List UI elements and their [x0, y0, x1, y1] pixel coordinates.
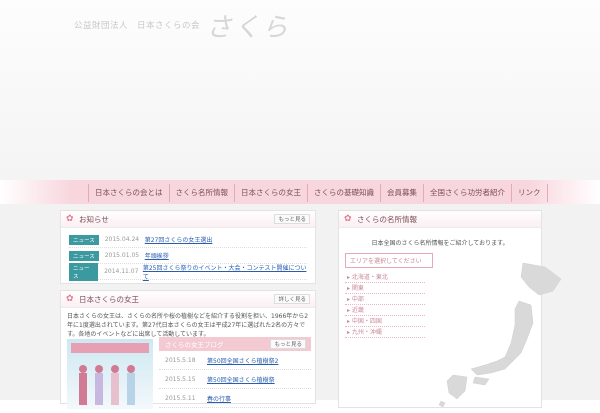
queen-panel: ✿ 日本さくらの女王 詳しく見る 日本さくらの女王は、さくらの名所や桜の植樹など…: [60, 290, 316, 409]
region-list: ▸ 北海道・東北 ▸ 関東 ▸ 中部 ▸ 近畿 ▸ 中国・四国 ▸ 九州・沖縄: [345, 272, 425, 338]
logo-title: さくら: [206, 12, 291, 43]
site-logo[interactable]: 公益財団法人 日本さくらの会 さくら: [74, 10, 290, 43]
meisho-panel: ✿ さくらの名所情報 日本全国のさくら名所情報をご紹介しております。 エリアを選…: [338, 210, 562, 408]
news-date: 2014.11.07: [104, 268, 139, 275]
blog-row: 2015.5.18 第50回全国さくら植樹祭2: [159, 351, 311, 370]
news-badge: ニュース: [69, 234, 99, 245]
meisho-header: ✿ さくらの名所情報: [339, 211, 541, 228]
news-header: ✿ お知らせ もっと見る: [61, 211, 315, 228]
blog-row: 2015.5.11 春の行事: [159, 389, 311, 408]
queen-title: 日本さくらの女王: [79, 294, 139, 304]
blog-row: 2015.5.15 第50回全国さくら植樹祭: [159, 370, 311, 389]
sakura-icon: ✿: [66, 213, 74, 224]
blog-more-button[interactable]: もっと見る: [270, 339, 306, 349]
blog-date: 2015.5.18: [165, 356, 196, 364]
news-panel: ✿ お知らせ もっと見る ニュース 2015.04.24 第27回さくらの女王選…: [60, 210, 316, 284]
nav-item-membership[interactable]: 会員募集: [380, 184, 423, 202]
region-link[interactable]: ▸ 北海道・東北: [345, 272, 425, 283]
news-date: 2015.04.24: [104, 236, 140, 243]
meisho-title: さくらの名所情報: [357, 214, 417, 224]
queen-photo[interactable]: [67, 339, 153, 409]
queen-blog: さくらの女王ブログ もっと見る 2015.5.18 第50回全国さくら植樹祭2 …: [159, 337, 311, 408]
news-date: 2015.01.05: [104, 252, 140, 259]
nav-item-meisho[interactable]: さくら名所情報: [168, 184, 235, 202]
news-link[interactable]: 年頭挨拶: [145, 251, 169, 260]
queen-more-button[interactable]: 詳しく見る: [274, 294, 310, 304]
queen-photo-illustration: [71, 343, 149, 405]
nav-item-about[interactable]: 日本さくらの会とは: [88, 184, 169, 202]
region-label: 北海道・東北: [351, 274, 388, 281]
main-nav: 日本さくらの会とは さくら名所情報 日本さくらの女王 さくらの基礎知識 会員募集…: [88, 184, 548, 202]
blog-link[interactable]: 第50回全国さくら植樹祭2: [207, 356, 278, 365]
news-row: ニュース 2015.04.24 第27回さくらの女王選出: [69, 232, 307, 248]
region-link[interactable]: ▸ 中部: [345, 294, 425, 305]
region-label: 九州・沖縄: [351, 329, 382, 336]
news-row: ニュース 2014.11.07 第25回さくら祭りのイベント・大会・コンテスト開…: [69, 262, 307, 281]
blog-link[interactable]: 春の行事: [207, 394, 231, 403]
content-area: ✿ お知らせ もっと見る ニュース 2015.04.24 第27回さくらの女王選…: [0, 204, 600, 409]
logo-subtitle: 公益財団法人 日本さくらの会: [74, 21, 201, 31]
nav-item-queen[interactable]: 日本さくらの女王: [234, 184, 307, 202]
region-label: 中国・四国: [351, 318, 382, 325]
region-link[interactable]: ▸ 中国・四国: [345, 316, 425, 327]
meisho-description: 日本全国のさくら名所情報をご紹介しております。: [371, 240, 509, 247]
region-label: 近畿: [351, 307, 364, 314]
news-badge: ニュース: [69, 262, 99, 281]
blog-date: 2015.5.11: [165, 394, 196, 402]
news-more-button[interactable]: もっと見る: [274, 214, 310, 224]
region-link[interactable]: ▸ 近畿: [345, 305, 425, 316]
region-label: 中部: [351, 296, 364, 303]
region-link[interactable]: ▸ 関東: [345, 283, 425, 294]
sakura-icon: ✿: [344, 213, 352, 224]
blog-header: さくらの女王ブログ もっと見る: [159, 337, 311, 351]
news-link[interactable]: 第25回さくら祭りのイベント・大会・コンテスト開催について: [143, 263, 307, 281]
japan-map[interactable]: [435, 261, 567, 407]
queen-description: 日本さくらの女王は、さくらの名所や桜の植樹などを紹介する役割を担い、1966年か…: [67, 313, 309, 338]
blog-link[interactable]: 第50回全国さくら植樹祭: [207, 375, 275, 384]
nav-item-contributors[interactable]: 全国さくら功労者紹介: [423, 184, 511, 202]
news-title: お知らせ: [79, 214, 109, 224]
region-link[interactable]: ▸ 九州・沖縄: [345, 327, 425, 338]
blog-date: 2015.5.15: [165, 375, 196, 383]
region-label: 関東: [351, 285, 364, 292]
blog-title: さくらの女王ブログ: [165, 341, 224, 349]
sakura-icon: ✿: [66, 293, 74, 304]
news-badge: ニュース: [69, 250, 99, 261]
area-select-prompt[interactable]: エリアを選択してください: [345, 253, 433, 268]
news-link[interactable]: 第27回さくらの女王選出: [145, 235, 213, 244]
nav-item-basics[interactable]: さくらの基礎知識: [307, 184, 380, 202]
queen-header: ✿ 日本さくらの女王 詳しく見る: [61, 291, 315, 308]
nav-item-links[interactable]: リンク: [511, 184, 548, 202]
